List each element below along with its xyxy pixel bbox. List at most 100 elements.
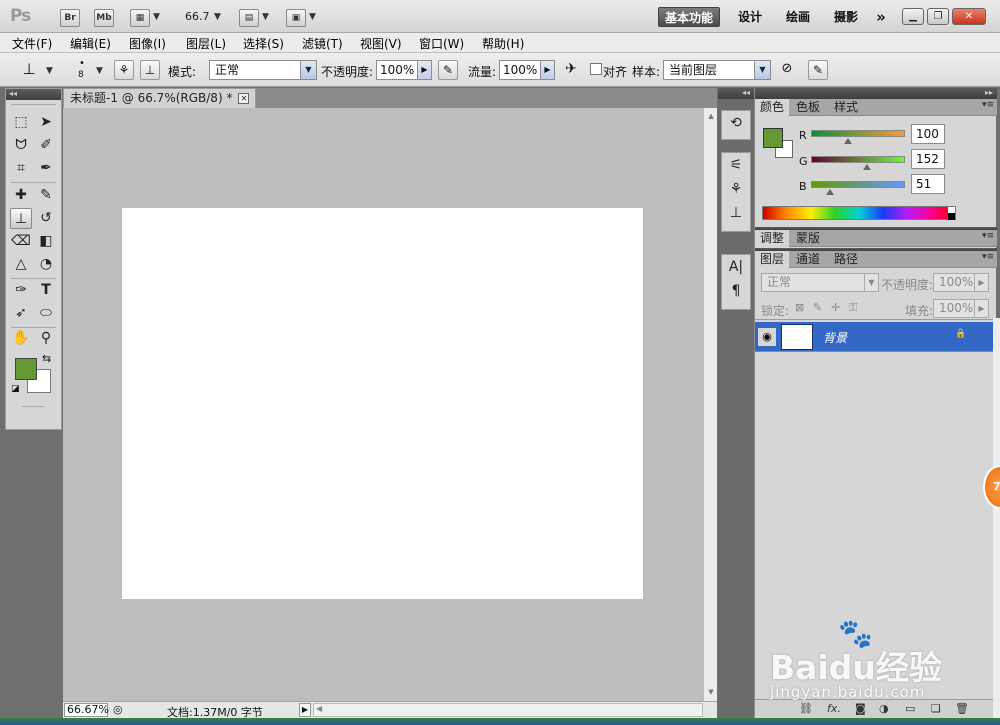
opacity-field[interactable]: 100% ▶ — [376, 60, 432, 80]
vertical-scrollbar[interactable]: ▲ ▼ — [703, 108, 717, 701]
green-slider-thumb[interactable] — [863, 164, 872, 170]
dodge-tool-icon[interactable]: ◔ — [35, 254, 57, 275]
fx-icon[interactable]: fx. — [827, 702, 841, 715]
green-value-field[interactable]: 152 — [911, 149, 945, 169]
layer-name[interactable]: 背景 — [823, 329, 847, 346]
healing-brush-tool-icon[interactable]: ✚ — [10, 185, 32, 206]
quick-select-tool-icon[interactable]: ✐ — [35, 135, 57, 156]
tab-paths[interactable]: 路径 — [829, 251, 863, 268]
collapse-icon[interactable]: ◂◂ — [6, 89, 61, 100]
aligned-checkbox[interactable] — [590, 63, 602, 75]
zoom-level[interactable]: 66.7 — [185, 10, 210, 23]
tab-layers[interactable]: 图层 — [755, 251, 790, 268]
blue-slider-thumb[interactable] — [825, 189, 834, 195]
foreground-color-swatch[interactable] — [15, 358, 37, 380]
layer-row[interactable]: ◉ 背景 🔒 — [755, 322, 995, 352]
zoom-tool-icon[interactable]: ⚲ — [35, 328, 57, 349]
tab-masks[interactable]: 蒙版 — [791, 230, 825, 247]
minimize-icon[interactable]: ▁ — [902, 8, 924, 25]
tab-color[interactable]: 颜色 — [755, 99, 790, 116]
workspace-essentials[interactable]: 基本功能 — [658, 7, 720, 27]
menu-filter[interactable]: 滤镜(T) — [302, 35, 343, 52]
menu-help[interactable]: 帮助(H) — [482, 35, 524, 52]
layer-thumbnail[interactable] — [781, 324, 813, 350]
tab-adjustments[interactable]: 调整 — [755, 230, 790, 247]
history-brush-tool-icon[interactable]: ↺ — [35, 208, 57, 229]
panel-menu-icon[interactable]: ▾≡ — [982, 100, 994, 110]
brush-presets-icon[interactable]: ⚟ — [722, 153, 750, 177]
chevron-down-icon[interactable]: ▼ — [262, 12, 269, 22]
chevron-down-icon[interactable]: ▼ — [153, 12, 160, 22]
eyedropper-tool-icon[interactable]: ✒ — [35, 158, 57, 179]
tab-styles[interactable]: 样式 — [829, 99, 863, 116]
tab-swatches[interactable]: 色板 — [791, 99, 825, 116]
blur-tool-icon[interactable]: △ — [10, 254, 32, 275]
workspace-design[interactable]: 设计 — [731, 7, 769, 27]
chevron-down-icon[interactable]: ▼ — [96, 66, 103, 76]
clone-source-panel-icon[interactable]: ⊥ — [722, 201, 750, 225]
ignore-adjustment-layers-icon[interactable]: ⊘ — [777, 60, 797, 80]
type-tool-icon[interactable]: T — [35, 280, 57, 301]
character-panel-icon[interactable]: A| — [722, 255, 750, 279]
document-tab[interactable]: 未标题-1 @ 66.7%(RGB/8) * ✕ — [63, 88, 257, 108]
red-value-field[interactable]: 100 — [911, 124, 945, 144]
move-tool-icon[interactable]: ➤ — [35, 112, 57, 133]
tab-channels[interactable]: 通道 — [791, 251, 825, 268]
mode-select[interactable]: 正常 ▼ — [209, 60, 317, 80]
green-slider-track[interactable] — [811, 156, 905, 163]
history-panel-icon[interactable]: ⟲ — [722, 111, 750, 135]
chevron-down-icon[interactable]: ▼ — [300, 61, 316, 79]
zoom-status-field[interactable]: 66.67% — [64, 703, 109, 717]
default-colors-icon[interactable]: ◪ — [11, 384, 20, 394]
collapse-icon[interactable]: ◂◂ — [718, 88, 754, 99]
path-select-tool-icon[interactable]: ➶ — [10, 303, 32, 324]
hand-tool-icon[interactable]: ✋ — [10, 328, 32, 349]
horizontal-scrollbar[interactable]: ◀ — [313, 703, 703, 717]
paragraph-panel-icon[interactable]: ¶ — [722, 279, 750, 303]
airbrush-icon[interactable]: ✈ — [561, 60, 581, 80]
blend-mode-select[interactable]: 正常 ▼ — [761, 273, 879, 292]
chevron-down-icon[interactable]: ▼ — [309, 12, 316, 22]
brush-tool-icon[interactable]: ✎ — [35, 185, 57, 206]
chevron-right-icon[interactable]: ▶ — [417, 61, 431, 79]
chevron-right-icon[interactable]: ▶ — [540, 61, 554, 79]
chevron-right-icon[interactable]: ▶ — [974, 300, 988, 317]
menu-edit[interactable]: 编辑(E) — [70, 35, 111, 52]
more-workspaces-button[interactable]: » — [870, 7, 892, 27]
clone-stamp-tool-icon[interactable]: ⊥ — [10, 208, 32, 229]
new-group-icon[interactable]: ▭ — [905, 702, 915, 715]
brush-panel-icon[interactable]: ⚘ — [114, 60, 134, 80]
collapse-icon[interactable]: ▸▸ — [755, 88, 997, 99]
eye-icon[interactable]: ◉ — [758, 328, 776, 346]
workspace-painting[interactable]: 绘画 — [779, 7, 817, 27]
menu-file[interactable]: 文件(F) — [12, 35, 52, 52]
scroll-left-icon[interactable]: ◀ — [316, 704, 322, 713]
clone-source-panel-icon[interactable]: ⊥ — [140, 60, 160, 80]
black-swatch[interactable] — [948, 213, 955, 220]
menu-view[interactable]: 视图(V) — [360, 35, 402, 52]
crop-tool-icon[interactable]: ⌗ — [10, 158, 32, 179]
marquee-tool-icon[interactable]: ⬚ — [10, 112, 32, 133]
restore-icon[interactable]: ❐ — [927, 8, 949, 25]
ellipse-tool-icon[interactable]: ⬭ — [35, 303, 57, 324]
chevron-right-icon[interactable]: ▶ — [974, 274, 988, 291]
chevron-down-icon[interactable]: ▼ — [864, 274, 878, 291]
lock-position-icon[interactable]: ✛ — [831, 301, 840, 314]
bridge-button[interactable]: Br — [60, 9, 80, 27]
flow-field[interactable]: 100% ▶ — [499, 60, 555, 80]
blue-value-field[interactable]: 51 — [911, 174, 945, 194]
menu-select[interactable]: 选择(S) — [243, 35, 284, 52]
lock-all-icon[interactable]: ⚿ — [849, 301, 857, 315]
red-slider-thumb[interactable] — [843, 138, 852, 144]
menu-image[interactable]: 图像(I) — [129, 35, 166, 52]
new-layer-icon[interactable]: ❏ — [931, 702, 941, 715]
panel-menu-icon[interactable]: ▾≡ — [982, 231, 994, 241]
gradient-tool-icon[interactable]: ◧ — [35, 231, 57, 252]
scroll-up-icon[interactable]: ▲ — [705, 110, 717, 122]
swap-colors-icon[interactable]: ⇆ — [42, 352, 51, 365]
blue-slider-track[interactable] — [811, 181, 905, 188]
clone-stamp-preset-icon[interactable]: ⊥ — [16, 60, 42, 80]
arrange-documents-button[interactable]: ▤ — [239, 9, 259, 27]
add-mask-icon[interactable]: ◙ — [855, 702, 866, 715]
chevron-down-icon[interactable]: ▼ — [214, 12, 221, 22]
